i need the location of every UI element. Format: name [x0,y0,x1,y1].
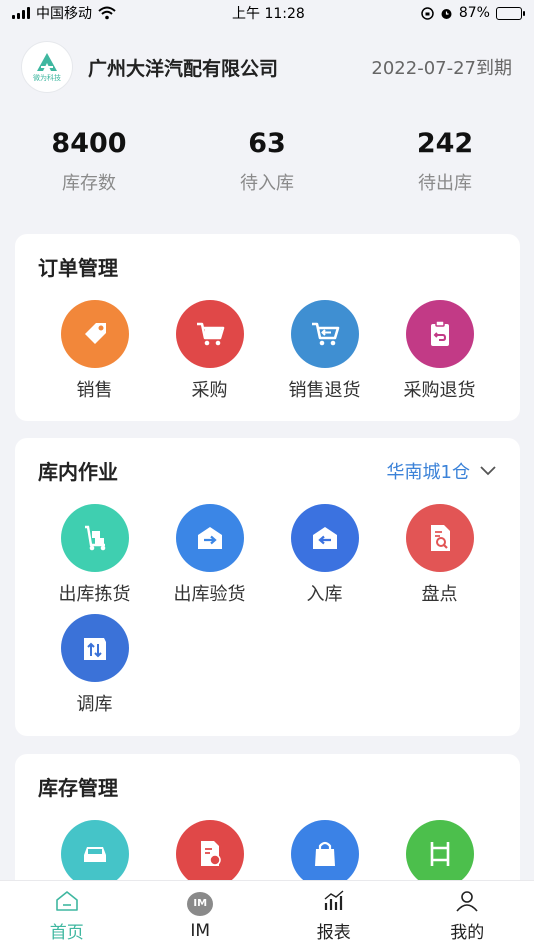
tile-label: 销售 [76,380,113,401]
outbound-picking-button[interactable]: 出库拣货 [37,504,152,614]
logo-text: 微为科技 [33,73,61,82]
operations-grid: 出库拣货 出库验货 入库 盘点 调库 [37,504,497,724]
tab-label: 首页 [49,923,84,943]
stat-pending-out[interactable]: 242 待出库 [356,128,534,195]
company-name: 广州大洋汽配有限公司 [88,57,279,80]
stat-pending-in[interactable]: 63 待入库 [178,128,356,195]
section-title: 库内作业 [38,460,118,484]
document-return-icon [175,820,244,888]
status-bar: 中国移动 上午 11:28 87% [0,0,534,26]
warehouse-operations-card: 库内作业 华南城1仓 出库拣货 出库验货 入库 盘点 调库 [15,438,520,736]
logo-icon [37,52,57,71]
transfer-button[interactable]: 调库 [37,614,152,724]
order-management-card: 订单管理 销售 采购 销售退货 采购退货 [15,234,520,421]
im-icon: IM [187,891,214,917]
section-title: 库存管理 [38,776,118,800]
user-icon [454,888,480,914]
tab-label: 报表 [316,923,351,943]
tile-label: 采购 [191,380,228,401]
warehouse-name: 华南城1仓 [386,462,470,483]
signal-icon [12,7,30,19]
bag-icon [290,820,359,888]
tab-label: 我的 [450,923,485,943]
alarm-icon [441,8,452,19]
stat-value: 8400 [51,128,127,159]
tab-profile[interactable]: 我的 [401,881,534,950]
cart-icon [175,300,244,368]
tab-reports[interactable]: 报表 [267,881,401,950]
clipboard-return-icon [405,300,474,368]
handcart-icon [60,504,129,572]
tab-im[interactable]: IM IM [134,881,268,950]
sales-button[interactable]: 销售 [37,300,152,410]
outbound-inspection-button[interactable]: 出库验货 [152,504,267,614]
stat-value: 63 [248,128,286,159]
warehouse-out-icon [175,504,244,572]
section-title: 订单管理 [38,256,118,280]
shelf-icon [405,820,474,888]
stat-label: 待出库 [418,173,472,194]
tile-label: 出库验货 [173,584,246,605]
order-grid: 销售 采购 销售退货 采购退货 [37,300,497,410]
chevron-down-icon [480,466,496,476]
battery-percent: 87% [458,5,490,21]
tab-label: IM [190,920,211,941]
lock-rotation-icon [421,6,434,20]
company-logo: 微为科技 [22,42,72,92]
transfer-icon [60,614,129,682]
stat-label: 待入库 [240,173,294,194]
tab-home[interactable]: 首页 [0,881,134,950]
stat-label: 库存数 [62,173,116,194]
app-header: 微为科技 广州大洋汽配有限公司 2022-07-27到期 [0,36,534,98]
warehouse-selector[interactable]: 华南城1仓 [387,458,496,484]
sales-return-button[interactable]: 销售退货 [267,300,382,410]
warehouse-in-icon [290,504,359,572]
status-time: 上午 11:28 [232,6,305,22]
cart-return-icon [290,300,359,368]
im-icon-text: IM [187,891,214,916]
car-icon [60,820,129,888]
tile-label: 采购退货 [403,380,476,401]
carrier-label: 中国移动 [36,6,92,22]
tile-label: 出库拣货 [58,584,131,605]
battery-icon [495,6,525,20]
stat-value: 242 [416,128,474,159]
inbound-button[interactable]: 入库 [267,504,382,614]
wifi-icon [98,6,116,20]
tile-label: 盘点 [421,584,458,605]
document-search-icon [405,504,474,572]
inventory-stats: 8400 库存数 63 待入库 242 待出库 [0,128,534,195]
purchase-button[interactable]: 采购 [152,300,267,410]
tag-icon [60,300,129,368]
purchase-return-button[interactable]: 采购退货 [382,300,497,410]
tile-label: 销售退货 [288,380,361,401]
home-icon [54,888,80,914]
chart-icon [321,888,347,914]
stocktake-button[interactable]: 盘点 [382,504,497,614]
expiry-date: 2022-07-27到期 [371,58,512,79]
tile-label: 调库 [76,694,113,715]
bottom-tab-bar: 首页 IM IM 报表 我的 [0,880,534,950]
tile-label: 入库 [306,584,343,605]
stat-stock[interactable]: 8400 库存数 [0,128,178,195]
